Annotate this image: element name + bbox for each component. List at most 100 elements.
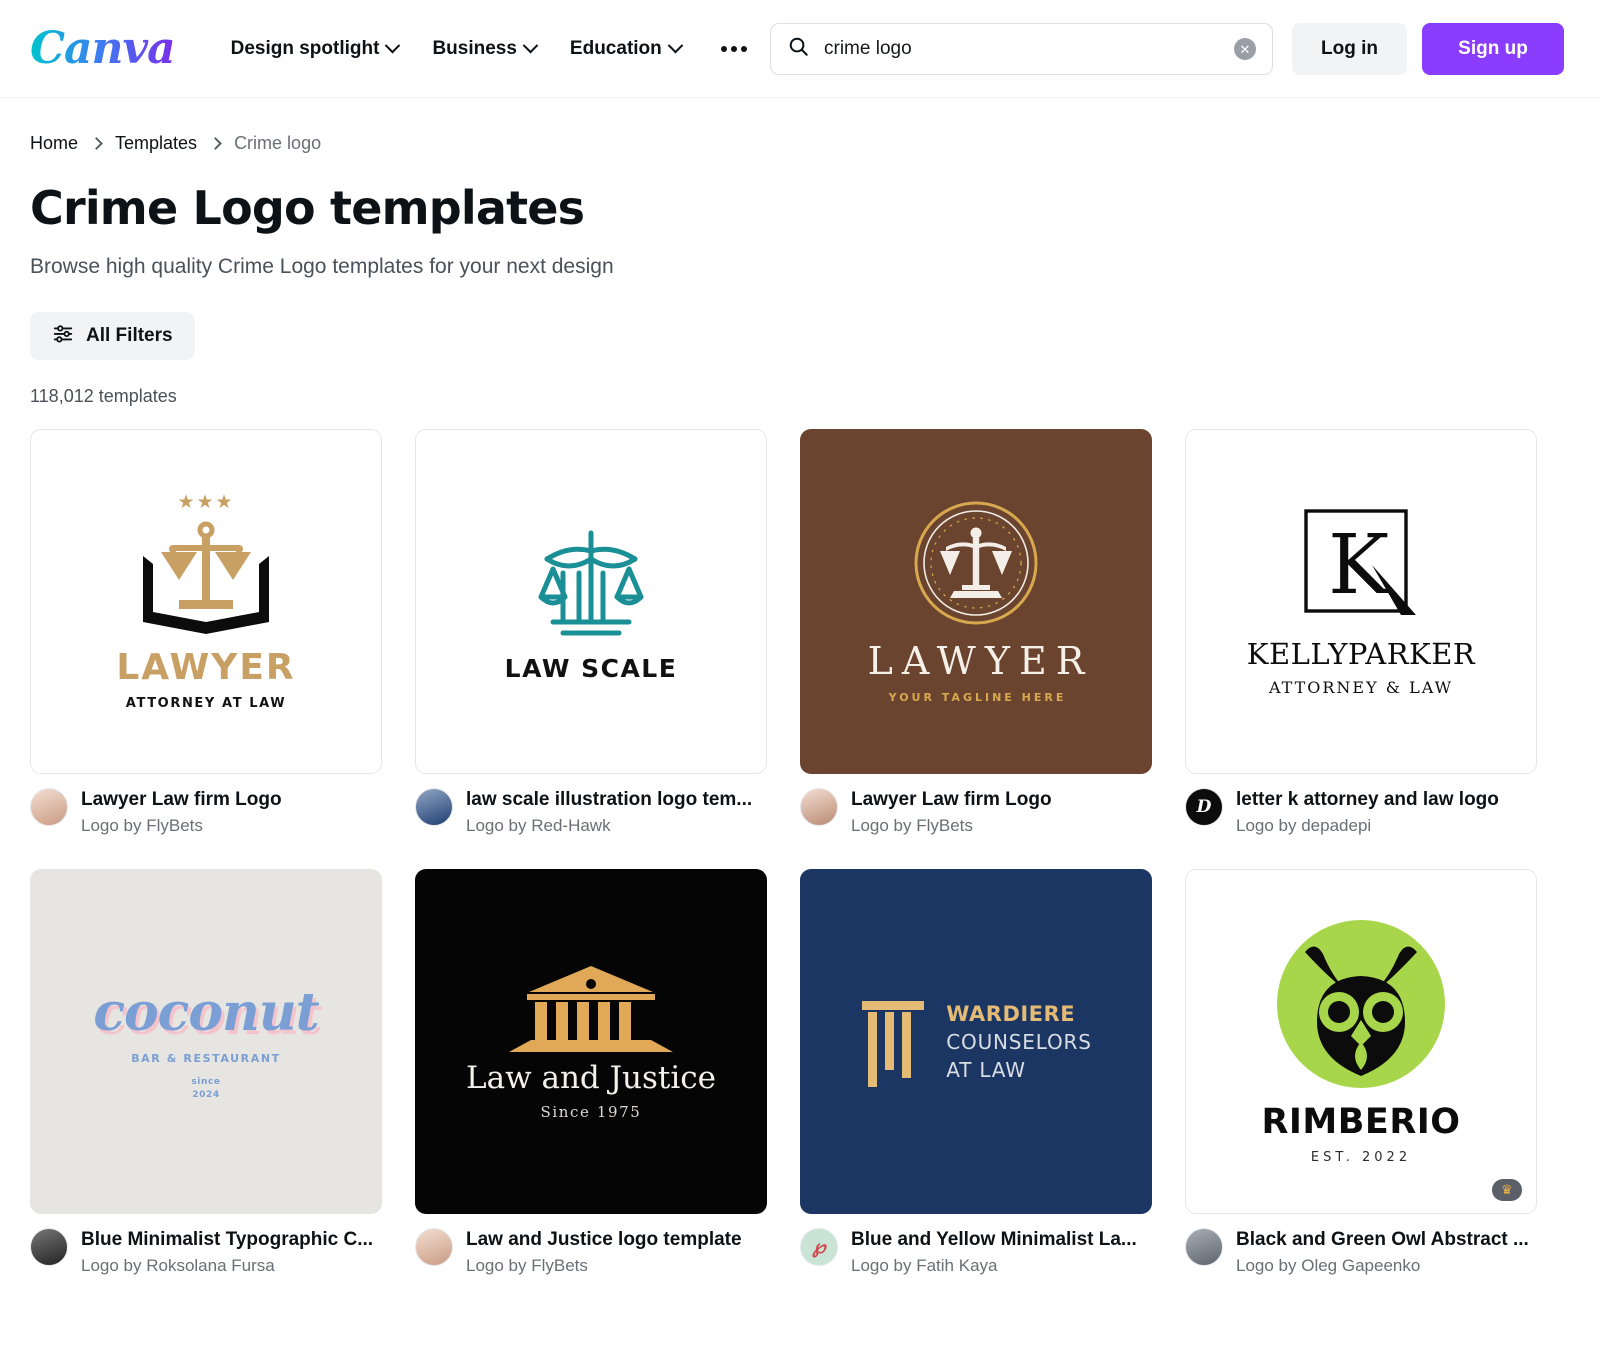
logo-tagline: EST. 2022 [1310, 1150, 1412, 1165]
search-input[interactable] [824, 38, 1234, 60]
avatar[interactable] [1185, 1228, 1223, 1266]
template-title[interactable]: Lawyer Law firm Logo [81, 789, 282, 811]
avatar[interactable] [415, 1228, 453, 1266]
more-menu-button[interactable] [715, 36, 753, 62]
logo-artwork-courthouse: Law and Justice Since 1975 [466, 962, 716, 1121]
template-thumbnail[interactable]: ★★★ LAWYER ATTORNEY AT LAW [30, 429, 382, 774]
chevron-right-icon [209, 137, 222, 150]
logo-wordmark: LAW SCALE [504, 653, 678, 683]
nav-label: Business [432, 37, 517, 59]
scales-emblem-icon [914, 501, 1038, 625]
template-title[interactable]: Blue Minimalist Typographic C... [81, 1229, 373, 1251]
logo-wordmark: KELLYPARKER [1246, 636, 1476, 671]
template-card: K KELLYPARKER ATTORNEY & LAW D letter k … [1185, 429, 1537, 836]
logo-artwork-coconut: coconut BAR & RESTAURANT since 2024 [93, 982, 319, 1100]
nav-item-business[interactable]: Business [432, 37, 539, 60]
template-thumbnail[interactable]: Law and Justice Since 1975 [415, 869, 767, 1214]
logo-tagline: ATTORNEY AT LAW [125, 695, 287, 711]
svg-text:K: K [1328, 518, 1391, 613]
ellipsis-icon [730, 45, 737, 52]
scales-book-icon [143, 521, 269, 634]
since-year: 2024 [192, 1089, 220, 1100]
logo-tagline: YOUR TAGLINE HERE [888, 691, 1067, 704]
logo-wordmark: RIMBERIO [1261, 1102, 1461, 1142]
breadcrumb-item-current: Crime logo [234, 133, 322, 153]
template-author: Logo by Red-Hawk [466, 816, 611, 835]
chevron-down-icon [522, 37, 539, 54]
nav-item-education[interactable]: Education [570, 37, 684, 60]
template-author: Logo by Fatih Kaya [851, 1256, 998, 1275]
avatar[interactable]: ℘ [800, 1228, 838, 1266]
scales-line-icon [538, 530, 644, 635]
search-bar[interactable]: ✕ [770, 23, 1273, 75]
template-author: Logo by FlyBets [81, 816, 203, 835]
search-icon [787, 35, 810, 63]
template-title[interactable]: law scale illustration logo tem... [466, 789, 752, 811]
breadcrumb-item-home[interactable]: Home [30, 133, 78, 154]
logo-artwork-scales-book: ★★★ LAWYER ATTORNEY AT LAW [116, 493, 295, 711]
logo-subline-1: COUNSELORS [946, 1029, 1092, 1054]
crown-icon: ♛ [1492, 1179, 1522, 1201]
letter-k-square-icon: K [1304, 508, 1416, 615]
template-card: Law and Justice Since 1975 Law and Justi… [415, 869, 767, 1276]
canva-logo[interactable]: Canva [30, 23, 179, 74]
logo-tagline: ATTORNEY & LAW [1268, 677, 1454, 697]
template-thumbnail[interactable]: K KELLYPARKER ATTORNEY & LAW [1185, 429, 1537, 774]
card-caption: Black and Green Owl Abstract ... Logo by… [1185, 1228, 1537, 1276]
page-subtitle: Browse high quality Crime Logo templates… [30, 255, 614, 278]
page-title: Crime Logo templates [30, 181, 585, 235]
avatar[interactable]: D [1185, 788, 1223, 826]
template-thumbnail[interactable]: WARDIERE COUNSELORS AT LAW [800, 869, 1152, 1214]
main-nav: Design spotlight Business Education [231, 36, 753, 62]
avatar[interactable] [800, 788, 838, 826]
login-button[interactable]: Log in [1292, 23, 1407, 75]
template-card: RIMBERIO EST. 2022 ♛ Black and Green Owl… [1185, 869, 1537, 1276]
page-body: Home Templates Crime logo Crime Logo tem… [0, 133, 1600, 1276]
template-title[interactable]: letter k attorney and law logo [1236, 789, 1499, 811]
logo-tagline: BAR & RESTAURANT [131, 1052, 281, 1066]
template-title[interactable]: Law and Justice logo template [466, 1229, 742, 1251]
signup-button[interactable]: Sign up [1422, 23, 1564, 75]
since-label: since [191, 1077, 221, 1088]
template-title[interactable]: Blue and Yellow Minimalist La... [851, 1229, 1137, 1251]
template-grid: ★★★ LAWYER ATTORNEY AT LAW Lawyer Law fi… [30, 429, 1570, 1276]
all-filters-button[interactable]: All Filters [30, 312, 195, 360]
template-thumbnail[interactable]: coconut BAR & RESTAURANT since 2024 [30, 869, 382, 1214]
card-caption: Law and Justice logo template Logo by Fl… [415, 1228, 767, 1276]
template-thumbnail[interactable]: RIMBERIO EST. 2022 ♛ [1185, 869, 1537, 1214]
template-author: Logo by Oleg Gapeenko [1236, 1256, 1421, 1275]
ellipsis-icon [720, 45, 727, 52]
avatar[interactable] [30, 1228, 68, 1266]
template-author: Logo by Roksolana Fursa [81, 1256, 275, 1275]
template-thumbnail[interactable]: LAW SCALE [415, 429, 767, 774]
chevron-down-icon [667, 37, 684, 54]
template-title[interactable]: Black and Green Owl Abstract ... [1236, 1229, 1529, 1251]
card-caption: Lawyer Law firm Logo Logo by FlyBets [30, 788, 382, 836]
card-caption: law scale illustration logo tem... Logo … [415, 788, 767, 836]
nav-label: Design spotlight [230, 37, 380, 59]
template-title[interactable]: Lawyer Law firm Logo [851, 789, 1052, 811]
template-thumbnail[interactable]: LAWYER YOUR TAGLINE HERE [800, 429, 1152, 774]
template-author: Logo by FlyBets [466, 1256, 588, 1275]
avatar[interactable] [30, 788, 68, 826]
owl-icon [1277, 920, 1445, 1088]
sliders-icon [52, 322, 74, 350]
result-count: 118,012 templates [30, 386, 177, 406]
template-card: WARDIERE COUNSELORS AT LAW ℘ Blue and Ye… [800, 869, 1152, 1276]
template-card: coconut BAR & RESTAURANT since 2024 Blue… [30, 869, 382, 1276]
template-author: Logo by depadepi [1236, 816, 1372, 835]
top-header: Canva Design spotlight Business Educatio… [0, 0, 1600, 98]
logo-wordmark: LAWYER [116, 646, 296, 688]
logo-wordmark: Law and Justice [466, 1060, 716, 1096]
avatar[interactable] [415, 788, 453, 826]
logo-artwork-scales-teal: LAW SCALE [505, 521, 678, 683]
logo-subline-2: AT LAW [946, 1057, 1026, 1082]
nav-item-design-spotlight[interactable]: Design spotlight [230, 37, 401, 60]
all-filters-label: All Filters [86, 325, 173, 346]
card-caption: Lawyer Law firm Logo Logo by FlyBets [800, 788, 1152, 836]
breadcrumb-item-templates[interactable]: Templates [115, 133, 197, 154]
template-author: Logo by FlyBets [851, 816, 973, 835]
template-card: LAW SCALE law scale illustration logo te… [415, 429, 767, 836]
logo-artwork-wardiere: WARDIERE COUNSELORS AT LAW [860, 997, 1091, 1087]
clear-search-icon[interactable]: ✕ [1234, 38, 1256, 60]
